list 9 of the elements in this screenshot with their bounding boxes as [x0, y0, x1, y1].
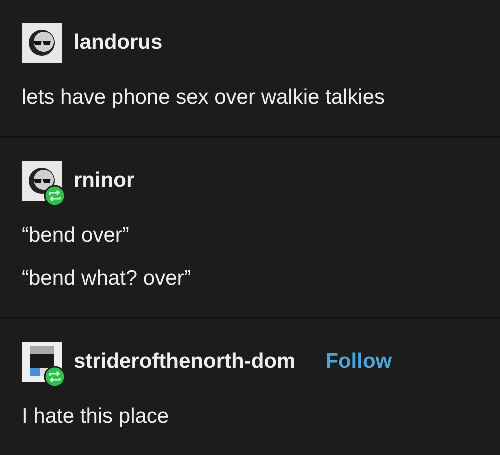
post-text: “bend what? over” [22, 267, 192, 291]
username[interactable]: landorus [74, 31, 163, 55]
post-text: lets have phone sex over walkie talkies [22, 86, 386, 110]
post-text: I hate this place [22, 405, 170, 429]
username[interactable]: rninor [74, 169, 135, 193]
follow-button[interactable]: Follow [326, 350, 392, 374]
sunglasses-face-icon [22, 23, 62, 63]
post-text: “bend over” [22, 224, 130, 248]
username[interactable]: striderofthenorth-dom [74, 350, 296, 374]
